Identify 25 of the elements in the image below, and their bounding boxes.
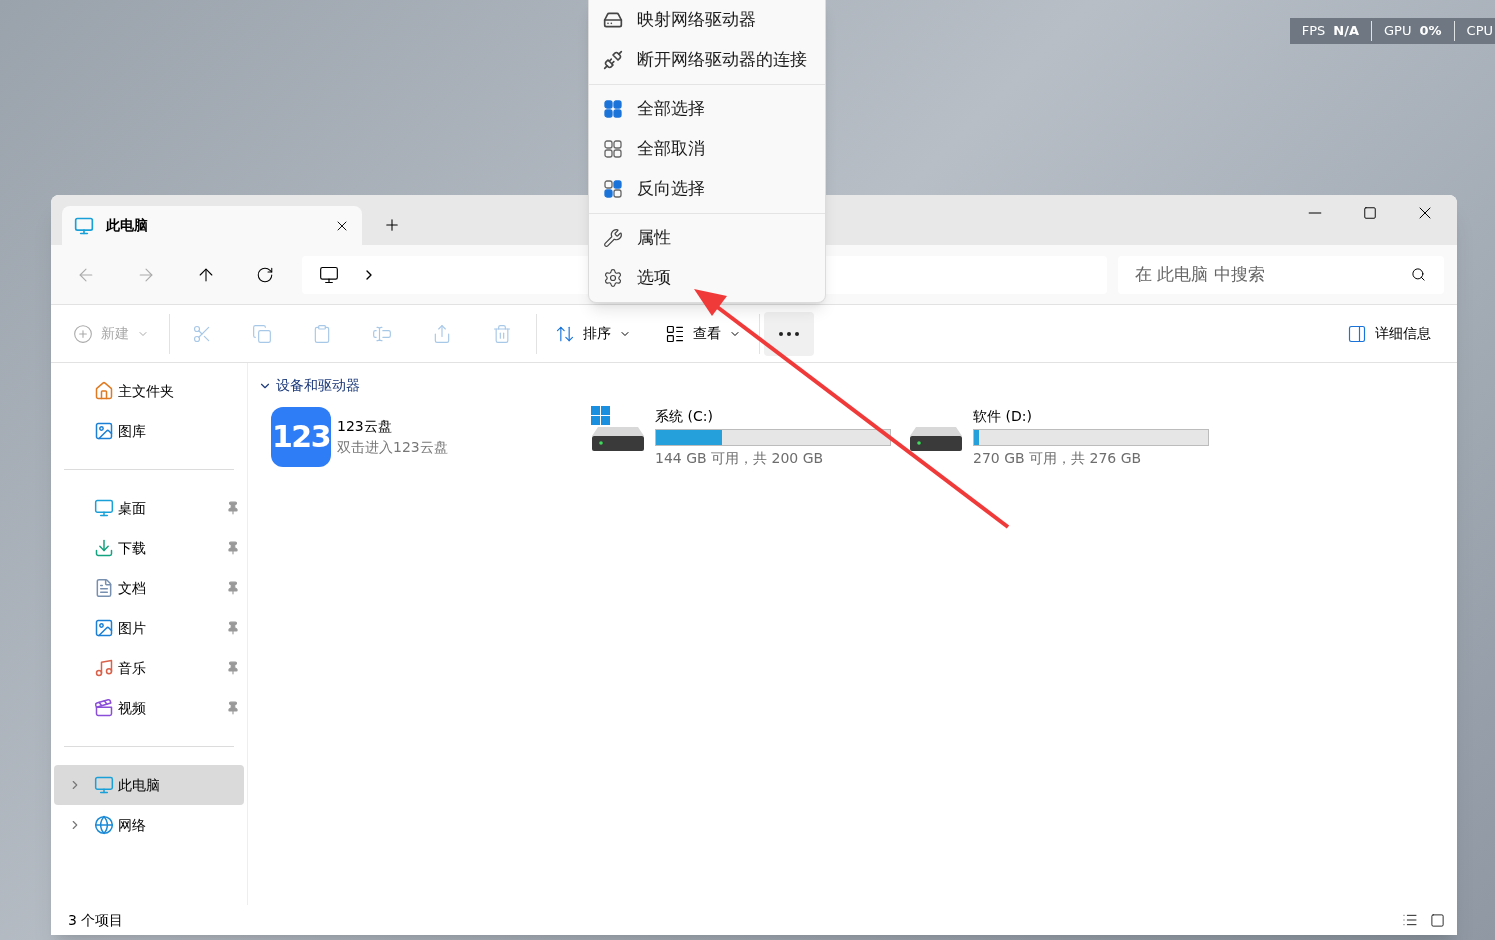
drive-name: 软件 (D:) [973, 407, 1033, 426]
drive-space: 144 GB 可用，共 200 GB [655, 449, 825, 468]
item-subtitle: 双击进入123云盘 [337, 437, 448, 457]
sidebar-label: 网络 [118, 815, 147, 835]
sidebar-label: 文档 [118, 578, 147, 598]
sidebar-label: 主文件夹 [118, 381, 175, 401]
sidebar-label: 此电脑 [118, 775, 161, 795]
sidebar-label: 音乐 [118, 658, 147, 678]
sidebar-label: 图片 [118, 618, 147, 638]
tab-title: 此电脑 [106, 216, 149, 235]
app-logo: 123 [271, 406, 331, 467]
sidebar-label: 下载 [118, 538, 147, 558]
item-name: 123云盘 [337, 416, 393, 436]
drive-name: 系统 (C:) [655, 407, 714, 426]
group-title: 设备和驱动器 [276, 376, 360, 395]
stat-value: 0% [1419, 22, 1442, 40]
stat-value: N/A [1333, 22, 1360, 40]
stat-label: FPS [1301, 22, 1326, 40]
item-count: 3 个项目 [68, 910, 124, 930]
stat-label: GPU [1384, 22, 1412, 40]
sidebar-label: 图库 [118, 421, 147, 441]
stat-label: CPU [1466, 22, 1493, 40]
drive-space: 270 GB 可用，共 276 GB [973, 449, 1143, 468]
sidebar-label: 视频 [118, 698, 147, 718]
sidebar-label: 桌面 [118, 498, 147, 518]
